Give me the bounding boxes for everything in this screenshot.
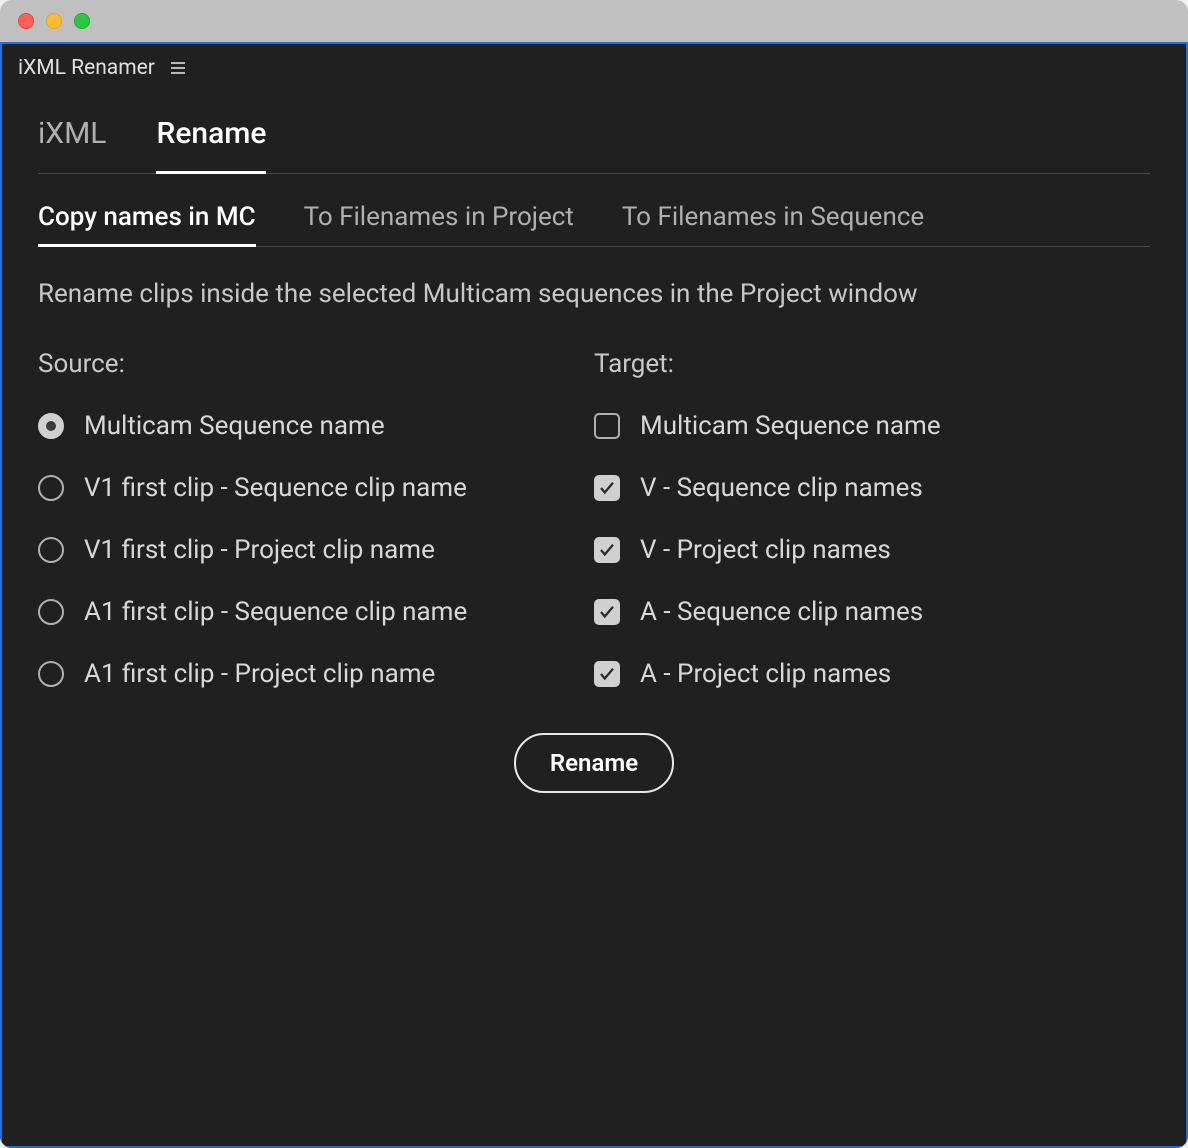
- source-option-a1-seq-clip[interactable]: A1 first clip - Sequence clip name: [38, 597, 594, 627]
- radio-icon[interactable]: [38, 599, 64, 625]
- source-header: Source:: [38, 349, 594, 379]
- window-minimize-button[interactable]: [46, 13, 62, 29]
- option-label: V1 first clip - Project clip name: [84, 535, 435, 565]
- option-label: V - Project clip names: [640, 535, 891, 565]
- titlebar: [0, 0, 1188, 42]
- option-label: Multicam Sequence name: [640, 411, 941, 441]
- target-option-v-proj[interactable]: V - Project clip names: [594, 535, 1150, 565]
- tab-ixml[interactable]: iXML: [38, 116, 106, 173]
- option-label: A1 first clip - Project clip name: [84, 659, 435, 689]
- primary-tablist: iXML Rename: [38, 116, 1150, 174]
- checkbox-icon[interactable]: [594, 413, 620, 439]
- checkbox-icon[interactable]: [594, 537, 620, 563]
- secondary-tablist: Copy names in MC To Filenames in Project…: [38, 202, 1150, 247]
- checkbox-icon[interactable]: [594, 599, 620, 625]
- app-frame: iXML Renamer iXML Rename Copy names in M…: [0, 42, 1188, 1148]
- options-columns: Source: Multicam Sequence name V1 first …: [38, 349, 1150, 721]
- target-option-a-proj[interactable]: A - Project clip names: [594, 659, 1150, 689]
- rename-button[interactable]: Rename: [514, 733, 674, 793]
- option-label: A - Sequence clip names: [640, 597, 923, 627]
- radio-icon[interactable]: [38, 413, 64, 439]
- option-label: V1 first clip - Sequence clip name: [84, 473, 467, 503]
- source-option-mc-seq-name[interactable]: Multicam Sequence name: [38, 411, 594, 441]
- checkbox-icon[interactable]: [594, 661, 620, 687]
- subtab-copy-names-mc[interactable]: Copy names in MC: [38, 202, 256, 246]
- target-option-mc-seq-name[interactable]: Multicam Sequence name: [594, 411, 1150, 441]
- app-window: iXML Renamer iXML Rename Copy names in M…: [0, 0, 1188, 1148]
- app-title: iXML Renamer: [18, 56, 155, 80]
- source-column: Source: Multicam Sequence name V1 first …: [38, 349, 594, 721]
- radio-icon[interactable]: [38, 661, 64, 687]
- option-label: V - Sequence clip names: [640, 473, 923, 503]
- hamburger-menu-icon[interactable]: [171, 62, 185, 74]
- source-option-v1-proj-clip[interactable]: V1 first clip - Project clip name: [38, 535, 594, 565]
- content-area: iXML Rename Copy names in MC To Filename…: [2, 88, 1186, 1146]
- window-maximize-button[interactable]: [74, 13, 90, 29]
- source-option-v1-seq-clip[interactable]: V1 first clip - Sequence clip name: [38, 473, 594, 503]
- subtab-to-filenames-project[interactable]: To Filenames in Project: [304, 202, 574, 246]
- option-label: Multicam Sequence name: [84, 411, 385, 441]
- option-label: A1 first clip - Sequence clip name: [84, 597, 467, 627]
- app-header: iXML Renamer: [2, 44, 1186, 88]
- target-header: Target:: [594, 349, 1150, 379]
- source-option-a1-proj-clip[interactable]: A1 first clip - Project clip name: [38, 659, 594, 689]
- target-option-v-seq[interactable]: V - Sequence clip names: [594, 473, 1150, 503]
- radio-icon[interactable]: [38, 475, 64, 501]
- target-option-a-seq[interactable]: A - Sequence clip names: [594, 597, 1150, 627]
- radio-icon[interactable]: [38, 537, 64, 563]
- option-label: A - Project clip names: [640, 659, 891, 689]
- subtab-to-filenames-sequence[interactable]: To Filenames in Sequence: [622, 202, 924, 246]
- action-area: Rename: [38, 733, 1150, 793]
- description-text: Rename clips inside the selected Multica…: [38, 279, 1150, 309]
- target-column: Target: Multicam Sequence name V - Sequ: [594, 349, 1150, 721]
- checkbox-icon[interactable]: [594, 475, 620, 501]
- tab-rename[interactable]: Rename: [156, 116, 266, 173]
- window-close-button[interactable]: [18, 13, 34, 29]
